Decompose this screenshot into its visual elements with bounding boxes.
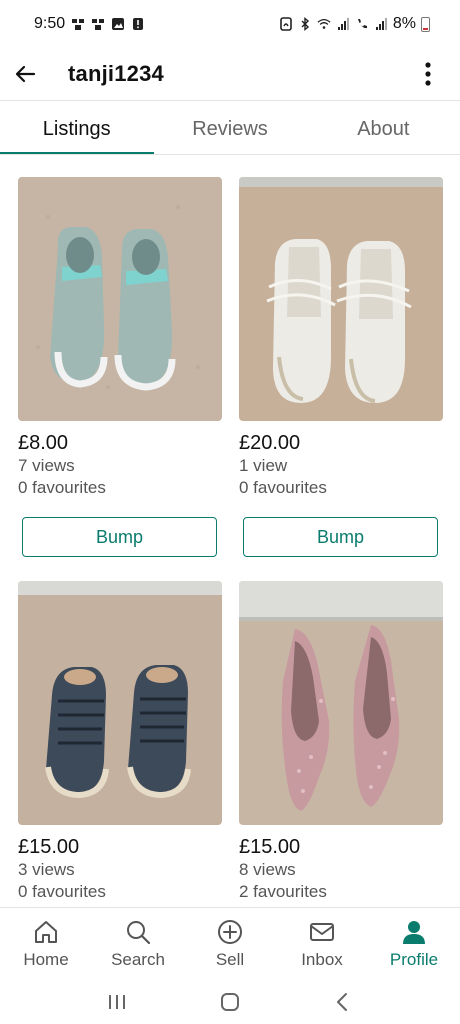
listing-favourites: 2 favourites (239, 882, 327, 901)
white-trainers-image (239, 177, 443, 421)
nav-label: Inbox (301, 950, 343, 969)
tab-reviews[interactable]: Reviews (153, 104, 306, 156)
navy-boots-image (18, 581, 222, 825)
battery-percentage: 8% (392, 15, 416, 32)
nav-label: Search (111, 950, 165, 969)
status-bar: 9:50 8% (0, 0, 460, 48)
bluetooth-icon (301, 17, 309, 31)
nav-label: Sell (215, 950, 245, 969)
plus-circle-icon (218, 920, 242, 944)
listing-views: 3 views (18, 860, 75, 879)
tab-about[interactable]: About (307, 104, 460, 156)
bump-button[interactable]: Bump (243, 517, 438, 557)
profile-tabs: Listings Reviews About (0, 104, 460, 156)
search-icon (127, 921, 151, 945)
app-bar: tanji1234 (0, 48, 460, 100)
nav-profile[interactable]: Profile (368, 908, 460, 979)
listing-photo[interactable] (239, 581, 443, 825)
listing-price: £15.00 (239, 836, 301, 858)
nav-inbox[interactable]: Inbox (276, 908, 368, 979)
listing-views: 1 view (239, 456, 288, 475)
mail-icon (310, 923, 334, 941)
status-time: 9:50 (34, 15, 66, 32)
back-nav-icon[interactable] (332, 991, 354, 1013)
nfc-icon (280, 17, 292, 31)
home-button-icon[interactable] (219, 991, 241, 1013)
page-title: tanji1234 (68, 61, 164, 86)
nav-search[interactable]: Search (92, 908, 184, 979)
listing-card[interactable]: £15.00 8 views 2 favourites (239, 581, 443, 903)
image-icon (112, 18, 125, 30)
listing-card[interactable]: £20.00 1 view 0 favourites Bump (239, 177, 443, 557)
nav-label: Home (23, 950, 69, 969)
signal-icon (375, 18, 387, 30)
person-icon (403, 921, 425, 944)
system-navigation-bar (0, 979, 460, 1024)
listing-price: £20.00 (239, 432, 301, 454)
listing-photo[interactable] (18, 177, 222, 421)
listings-grid: £8.00 7 views 0 favourites Bump £20.00 1… (0, 155, 460, 907)
listing-favourites: 0 favourites (18, 882, 106, 901)
listing-photo[interactable] (18, 581, 222, 825)
listing-views: 8 views (239, 860, 296, 879)
bottom-navigation: Home Search Sell Inbox Profile (0, 907, 460, 979)
more-vertical-icon (425, 62, 431, 86)
notification-icon (72, 19, 85, 30)
teal-sneakers-image (18, 177, 222, 421)
bump-button[interactable]: Bump (22, 517, 217, 557)
listing-photo[interactable] (239, 177, 443, 421)
home-icon (35, 921, 57, 943)
divider (0, 100, 460, 101)
arrow-left-icon (15, 65, 36, 83)
listing-price: £15.00 (18, 836, 80, 858)
recent-apps-icon[interactable] (106, 992, 128, 1012)
wifi-calling-icon (357, 19, 367, 29)
signal-icon (337, 18, 349, 30)
notification-icon (92, 19, 105, 30)
tab-listings[interactable]: Listings (0, 104, 153, 156)
more-options-button[interactable] (410, 54, 446, 94)
listing-price: £8.00 (18, 432, 69, 454)
listing-favourites: 0 favourites (239, 478, 327, 497)
nav-home[interactable]: Home (0, 908, 92, 979)
back-button[interactable] (0, 49, 50, 99)
nav-sell[interactable]: Sell (184, 908, 276, 979)
wifi-icon (317, 19, 331, 29)
battery-icon (421, 16, 430, 32)
glitter-heels-image (239, 581, 443, 825)
nav-label: Profile (389, 950, 439, 969)
alert-icon (133, 18, 144, 30)
listing-favourites: 0 favourites (18, 478, 106, 497)
listing-views: 7 views (18, 456, 75, 475)
listing-card[interactable]: £8.00 7 views 0 favourites Bump (18, 177, 222, 557)
listing-card[interactable]: £15.00 3 views 0 favourites (18, 581, 222, 903)
